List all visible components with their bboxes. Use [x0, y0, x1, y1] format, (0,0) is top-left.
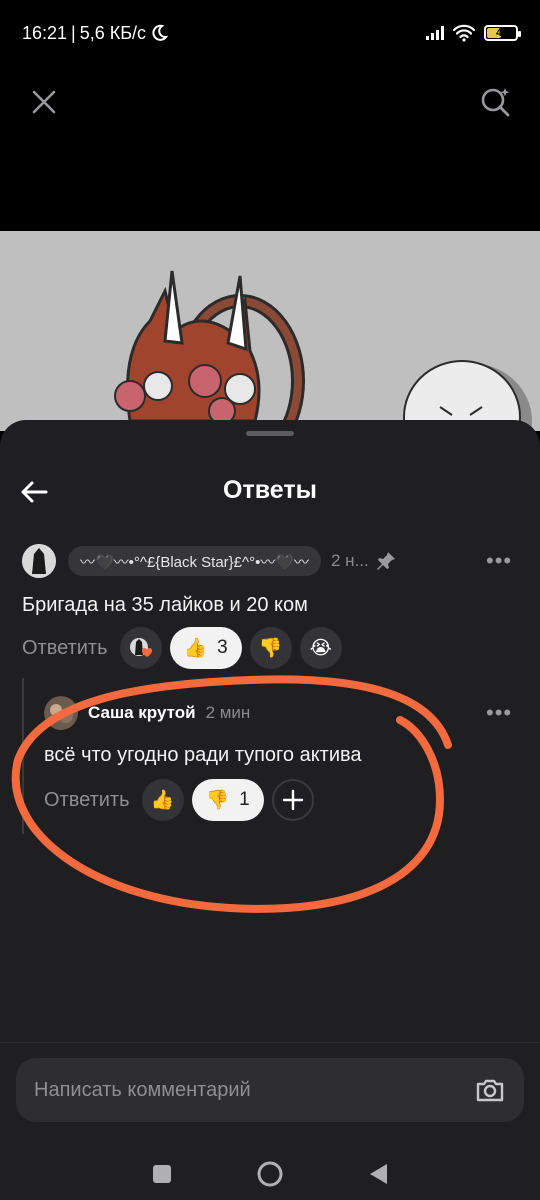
status-right: 47	[426, 24, 521, 42]
parent-comment-actions: Ответить 👍 3 👎 😭	[22, 627, 342, 669]
reply-comment-text: всё что угодно ради тупого актива	[44, 744, 362, 766]
input-divider	[0, 1042, 540, 1043]
home-icon[interactable]	[256, 1160, 284, 1188]
status-bar: 16:21 | 5,6 КБ/с 47	[0, 0, 540, 66]
signal-icon	[426, 26, 444, 40]
reply-reply-button[interactable]: Ответить	[44, 789, 130, 812]
viewer-top-bar	[0, 66, 540, 231]
thumbs-up-icon: 👍	[150, 790, 175, 811]
status-left: 16:21 | 5,6 КБ/с	[22, 22, 169, 44]
artwork-illustration	[0, 231, 540, 431]
reply-like-reaction-button[interactable]: 👍	[141, 779, 184, 821]
moon-icon	[152, 24, 169, 41]
dislike-reaction-button[interactable]: 👎	[249, 627, 292, 669]
camera-icon[interactable]	[474, 1074, 506, 1106]
back-icon[interactable]	[367, 1162, 389, 1186]
thread-line	[22, 678, 24, 834]
post-image-preview[interactable]	[0, 231, 540, 431]
status-separator: |	[71, 22, 76, 43]
battery-icon: 47	[484, 25, 521, 41]
status-speed: 5,6 КБ/с	[79, 22, 147, 43]
status-time: 16:21	[22, 22, 68, 43]
battery-level: 47	[496, 27, 509, 39]
parent-reply-button[interactable]: Ответить	[22, 637, 108, 660]
avatar[interactable]	[22, 544, 56, 578]
plus-icon	[282, 789, 303, 811]
like-reaction-button[interactable]: 👍 3	[169, 627, 242, 669]
parent-comment-text: Бригада на 35 лайков и 20 ком	[22, 594, 308, 616]
add-reaction-button[interactable]	[271, 779, 314, 821]
thumbs-down-icon: 👎	[258, 638, 283, 659]
reply-author-name[interactable]: Саша крутой	[88, 703, 196, 723]
dislike-count: 1	[239, 789, 250, 810]
replies-sheet: Ответы 〰🖤〰•°^£{Black Star}£^°•〰🖤〰 2 н...…	[0, 420, 540, 1200]
reply-dislike-reaction-button[interactable]: 👎 1	[191, 779, 264, 821]
sheet-grabber[interactable]	[246, 431, 294, 436]
pin-icon	[376, 552, 395, 570]
reaction-avatar-heart[interactable]	[119, 627, 162, 669]
reply-author-avatar[interactable]	[44, 696, 78, 730]
parent-comment-time: 2 н...	[331, 551, 369, 570]
wifi-icon	[452, 24, 476, 42]
comment-input[interactable]	[34, 1078, 474, 1102]
parent-more-icon[interactable]: •••	[486, 548, 512, 574]
parent-comment-header: 〰🖤〰•°^£{Black Star}£^°•〰🖤〰 2 н...	[22, 544, 397, 578]
reply-comment-actions: Ответить 👍 👎 1	[44, 779, 314, 821]
comment-input-bar	[16, 1058, 524, 1122]
visual-search-icon[interactable]	[478, 84, 514, 120]
reply-comment-time: 2 мин	[205, 703, 251, 722]
reactor-avatar-icon	[129, 638, 152, 657]
thumbs-down-icon: 👎	[205, 790, 230, 811]
system-navigation-bar	[0, 1147, 540, 1200]
sheet-header: Ответы	[0, 470, 540, 514]
sheet-title: Ответы	[223, 476, 317, 504]
close-icon[interactable]	[28, 86, 60, 118]
like-count: 3	[217, 637, 228, 658]
crying-face-icon: 😭	[309, 637, 332, 659]
reply-more-icon[interactable]: •••	[486, 700, 512, 726]
crying-reaction-button[interactable]: 😭	[299, 627, 342, 669]
parent-author-nickname[interactable]: 〰🖤〰•°^£{Black Star}£^°•〰🖤〰	[68, 546, 321, 576]
thumbs-up-icon: 👍	[183, 638, 208, 659]
reply-comment-header: Саша крутой 2 мин	[44, 696, 250, 730]
recent-apps-icon[interactable]	[151, 1163, 173, 1185]
